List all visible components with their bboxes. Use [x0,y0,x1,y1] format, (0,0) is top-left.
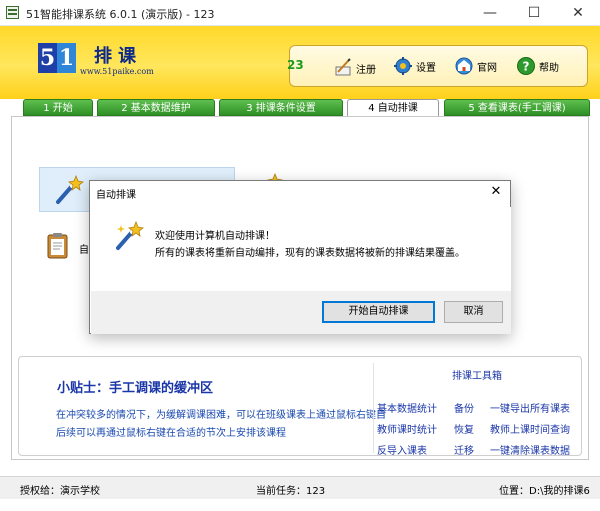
dialog-message-2: 所有的课表将重新自动编排，现有的课表数据将被新的排课结果覆盖。 [155,248,465,259]
tips-line-2: 后续可以再通过鼠标右键在合适的节次上安排该课程 [56,428,286,439]
auto-schedule-dialog: 自动排课 ✕ 欢迎使用计算机自动排课！ 所有的课表将重新自动编排，现有的课表数据… [89,180,511,334]
start-auto-schedule-button[interactable]: 开始自动排课 [322,301,435,323]
help-icon-glyph: ? [523,60,530,74]
logo: 5 1 [38,43,76,73]
link-basic-data-stats[interactable]: 基本数据统计 [377,400,437,415]
gear-icon [394,57,412,75]
register-button[interactable]: 注册 [333,57,376,79]
dialog-message-1: 欢迎使用计算机自动排课！ [155,231,275,242]
magic-wand-icon [116,221,144,250]
status-location: 位置：D:\我的排课6 [499,486,590,497]
website-label: 官网 [477,62,497,74]
link-migrate[interactable]: 迁移 [454,442,474,457]
help-icon: ? [517,57,535,75]
dialog-close-button[interactable]: ✕ [486,183,506,201]
tips-line-1: 在冲突较多的情况下，为缓解调课困难，可以在班级课表上通过鼠标右键自 [56,410,386,421]
logo-digit-1: 1 [57,43,76,73]
dialog-body: 欢迎使用计算机自动排课！ 所有的课表将重新自动编排，现有的课表数据将被新的排课结… [91,207,511,291]
schedule-toolbox: 排课工具箱 基本数据统计 备份 一键导出所有课表 教师课时统计 恢复 教师上课时… [373,363,579,457]
minimize-button[interactable]: — [468,0,512,26]
tab-start[interactable]: 1 开始 [23,99,93,116]
status-bar: 授权给：演示学校 当前任务：123 位置：D:\我的排课6 [0,476,600,499]
logo-title: 排课 [94,46,142,67]
tab-basic-data[interactable]: 2 基本数据维护 [97,99,215,116]
register-label: 注册 [356,64,376,76]
link-teacher-hours-stats[interactable]: 教师课时统计 [377,421,437,436]
app-calendar-icon [6,6,19,19]
window-titlebar: 51智能排课系统 6.0.1 (演示版) - 123 — ☐ ✕ [0,0,600,26]
cancel-button[interactable]: 取消 [444,301,503,323]
version-number: 23 [287,58,304,72]
clipboard-icon [47,233,68,259]
status-license: 授权给：演示学校 [20,486,100,497]
link-clear-timetable-data[interactable]: 一键清除课表数据 [490,442,570,457]
manual-card-label: 自 [79,245,89,256]
tab-schedule-conditions[interactable]: 3 排课条件设置 [219,99,343,116]
logo-digit-5: 5 [38,43,57,73]
register-icon [335,58,351,76]
link-reverse-import[interactable]: 反导入课表 [377,442,427,457]
close-button[interactable]: ✕ [556,0,600,26]
toolbox-title: 排课工具箱 [452,371,502,382]
tab-view-timetable[interactable]: 5 查看课表(手工调课) [444,99,590,116]
link-backup[interactable]: 备份 [454,400,474,415]
magic-wand-icon [56,175,84,204]
main-tabs: 1 开始 2 基本数据维护 3 排课条件设置 4 自动排课 5 查看课表(手工调… [0,99,600,117]
link-restore[interactable]: 恢复 [454,421,474,436]
window-title: 51智能排课系统 6.0.1 (演示版) - 123 [26,8,215,21]
settings-label: 设置 [416,62,436,74]
link-export-all-timetables[interactable]: 一键导出所有课表 [490,400,570,415]
website-button[interactable]: 官网 [454,55,497,77]
help-label: 帮助 [539,62,559,74]
tips-title: 小贴士：手工调课的缓冲区 [57,381,214,396]
settings-button[interactable]: 设置 [393,55,436,77]
dialog-footer: 开始自动排课 取消 [91,291,511,334]
help-button[interactable]: ? 帮助 [516,55,559,77]
dialog-title: 自动排课 [96,190,136,201]
link-teacher-time-query[interactable]: 教师上课时间查询 [490,421,570,436]
maximize-button[interactable]: ☐ [512,0,556,26]
status-current-task: 当前任务：123 [256,486,326,497]
logo-url: www.51paike.com [80,67,154,76]
tips-panel: 小贴士：手工调课的缓冲区 在冲突较多的情况下，为缓解调课困难，可以在班级课表上通… [18,356,582,457]
tab-auto-schedule[interactable]: 4 自动排课 [347,99,439,117]
website-icon [455,57,473,75]
